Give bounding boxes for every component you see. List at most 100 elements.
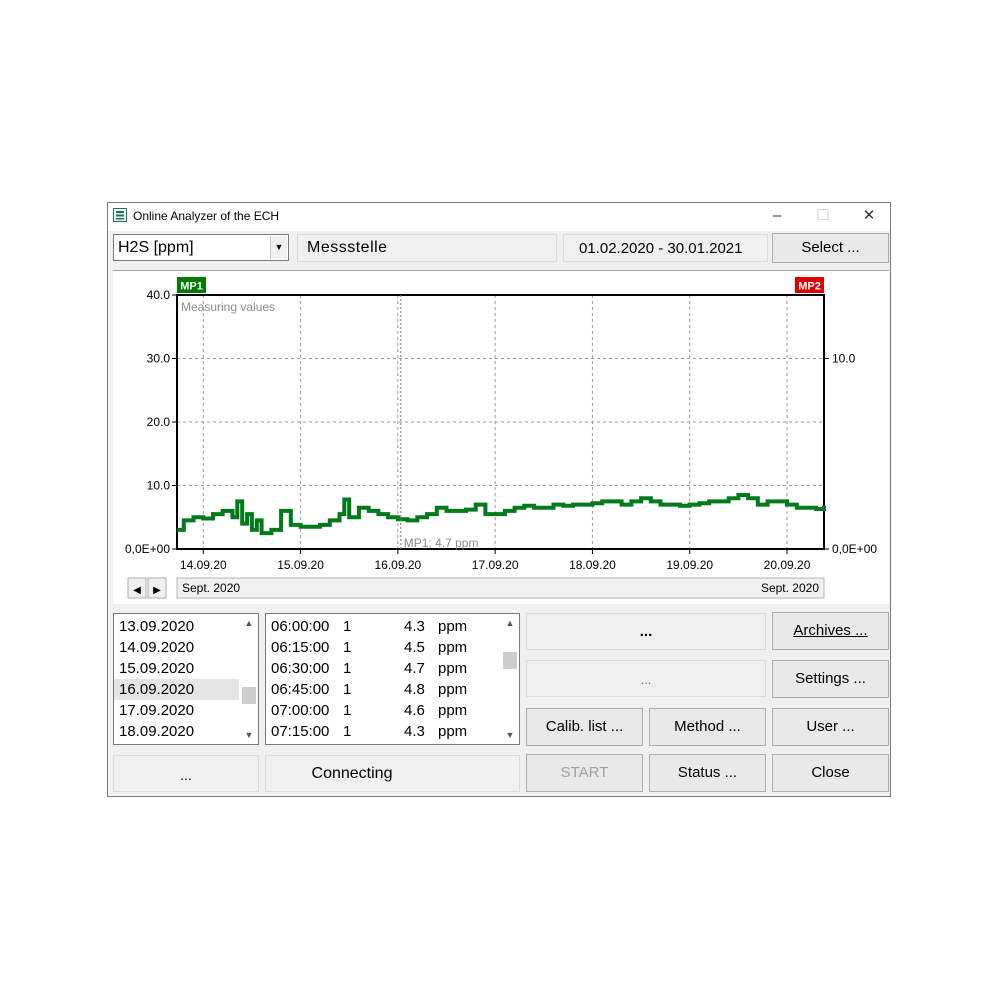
month-label-left: Sept. 2020 [182, 581, 240, 595]
value-list-row[interactable]: 07:15:00 1 4.3 ppm [266, 721, 500, 742]
value-time-cell: 06:00:00 [271, 618, 330, 635]
close-button-label: Close [811, 764, 850, 781]
info-top-field: ... [526, 613, 766, 650]
value-list-row[interactable]: 06:30:00 1 4.7 ppm [266, 658, 500, 679]
window-title: Online Analyzer of the ECH [133, 209, 280, 223]
month-label-right: Sept. 2020 [761, 581, 819, 595]
select-button[interactable]: Select ... [772, 233, 889, 263]
value-list-row[interactable]: 06:45:00 1 4.8 ppm [266, 679, 500, 700]
app-icon [113, 208, 127, 222]
value-list-row[interactable]: 06:00:00 1 4.3 ppm [266, 616, 500, 637]
chart-panel: 0,0E+00 10.0 20.0 30.0 40.0 0,0E+00 10.0 14.09.… [113, 270, 889, 604]
user-button[interactable]: User ... [772, 708, 889, 746]
y-left-tick-label: 40.0 [147, 288, 171, 302]
scroll-right-icon: ▶ [153, 585, 161, 596]
date-list-item-label: 16.09.2020 [119, 681, 195, 698]
value-unit-cell: ppm [438, 639, 468, 656]
value-time-cell: 07:15:00 [271, 723, 330, 740]
minimize-button[interactable]: – [754, 203, 800, 231]
value-mp-cell: 1 [343, 618, 352, 635]
dates-scroll-thumb[interactable] [242, 687, 256, 704]
value-value-cell: 4.3 [404, 618, 425, 635]
x-tick-label: 14.09.20 [180, 558, 227, 572]
scroll-left-icon: ◀ [133, 585, 141, 596]
status-button-label: Status ... [677, 764, 738, 781]
value-mp-cell: 1 [343, 723, 352, 740]
chart-grid [177, 295, 824, 549]
maximize-button[interactable]: ☐ [800, 203, 846, 231]
value-value-cell: 4.7 [404, 660, 425, 677]
close-window-button[interactable]: ✕ [846, 203, 892, 231]
user-button-label: User ... [806, 718, 855, 735]
value-unit-cell: ppm [438, 702, 468, 719]
scroll-down-icon[interactable]: ▼ [502, 727, 518, 743]
x-tick-label: 17.09.20 [472, 558, 519, 572]
parameter-select[interactable]: H2S [ppm] ▼ [113, 234, 289, 261]
title-bar[interactable]: Online Analyzer of the ECH – ☐ ✕ [108, 203, 890, 231]
parameter-select-value: H2S [ppm] [118, 239, 194, 256]
settings-button[interactable]: Settings ... [772, 660, 889, 698]
start-button-label: START [560, 764, 609, 781]
value-unit-cell: ppm [438, 618, 468, 635]
x-tick-label: 18.09.20 [569, 558, 616, 572]
start-button[interactable]: START [526, 754, 643, 792]
value-list-row[interactable]: 07:00:00 1 4.6 ppm [266, 700, 500, 721]
date-list-item-label: 13.09.2020 [119, 618, 195, 635]
date-list-item[interactable]: 13.09.2020 [114, 616, 239, 637]
value-unit-cell: ppm [438, 681, 468, 698]
archives-button[interactable]: Archives ... [772, 612, 889, 650]
values-list[interactable]: 06:00:00 1 4.3 ppm 06:15:00 1 4.5 ppm 06:30:00 1 4… [265, 613, 520, 745]
value-unit-cell: ppm [438, 723, 468, 740]
date-list-item[interactable]: 14.09.2020 [114, 637, 239, 658]
values-scrollbar[interactable]: ▲ ▼ [502, 615, 518, 743]
calib-list-button[interactable]: Calib. list ... [526, 708, 643, 746]
dates-list[interactable]: 13.09.2020 14.09.2020 15.09.2020 16.09.2020… [113, 613, 259, 745]
y-left-tick-label: 10.0 [147, 479, 171, 493]
value-unit-cell: ppm [438, 660, 468, 677]
x-tick-label: 19.09.20 [666, 558, 713, 572]
chevron-down-icon[interactable]: ▼ [270, 236, 287, 259]
mp2-badge: MP2 [798, 281, 821, 293]
scroll-down-icon[interactable]: ▼ [241, 727, 257, 743]
value-value-cell: 4.8 [404, 681, 425, 698]
chart-ticks: 0,0E+00 10.0 20.0 30.0 40.0 0,0E+00 10.0 14.09.… [125, 288, 877, 572]
date-range-label: 01.02.2020 - 30.01.2021 [579, 240, 743, 257]
status-left-text: ... [180, 767, 192, 783]
archives-button-label: Archives ... [793, 622, 868, 639]
value-mp-cell: 1 [343, 702, 352, 719]
date-list-item[interactable]: 16.09.2020 [114, 679, 239, 700]
method-button[interactable]: Method ... [649, 708, 766, 746]
connection-status-text: Connecting [311, 765, 393, 782]
calib-list-button-label: Calib. list ... [545, 718, 624, 735]
date-list-item[interactable]: 15.09.2020 [114, 658, 239, 679]
value-value-cell: 4.3 [404, 723, 425, 740]
status-left-field: ... [113, 755, 259, 792]
value-list-row[interactable]: 06:15:00 1 4.5 ppm [266, 637, 500, 658]
y-left-tick-label: 20.0 [147, 415, 171, 429]
series-mp1-line [177, 493, 826, 536]
value-time-cell: 06:30:00 [271, 660, 330, 677]
date-list-item[interactable]: 17.09.2020 [114, 700, 239, 721]
x-tick-label: 15.09.20 [277, 558, 324, 572]
location-field: Messstelle [297, 234, 557, 262]
date-list-item-label: 15.09.2020 [119, 660, 195, 677]
value-time-cell: 07:00:00 [271, 702, 330, 719]
dates-scrollbar[interactable]: ▲ ▼ [241, 615, 257, 743]
close-button[interactable]: Close [772, 754, 889, 792]
info-bottom-field: ... [526, 660, 766, 697]
scroll-up-icon[interactable]: ▲ [241, 615, 257, 631]
value-time-cell: 06:15:00 [271, 639, 330, 656]
value-mp-cell: 1 [343, 639, 352, 656]
date-list-item-label: 17.09.2020 [119, 702, 195, 719]
value-value-cell: 4.5 [404, 639, 425, 656]
cursor-label: MP1: 4.7 ppm [404, 536, 479, 550]
status-button[interactable]: Status ... [649, 754, 766, 792]
time-scrollbar[interactable] [176, 577, 825, 599]
scroll-up-icon[interactable]: ▲ [502, 615, 518, 631]
info-top-text: ... [639, 623, 653, 640]
date-list-item[interactable]: 18.09.2020 [114, 721, 239, 742]
values-scroll-thumb[interactable] [503, 652, 517, 669]
x-tick-label: 20.09.20 [764, 558, 811, 572]
measuring-chart[interactable]: 0,0E+00 10.0 20.0 30.0 40.0 0,0E+00 10.0 14.09.… [113, 270, 889, 604]
date-range-field: 01.02.2020 - 30.01.2021 [563, 234, 768, 262]
